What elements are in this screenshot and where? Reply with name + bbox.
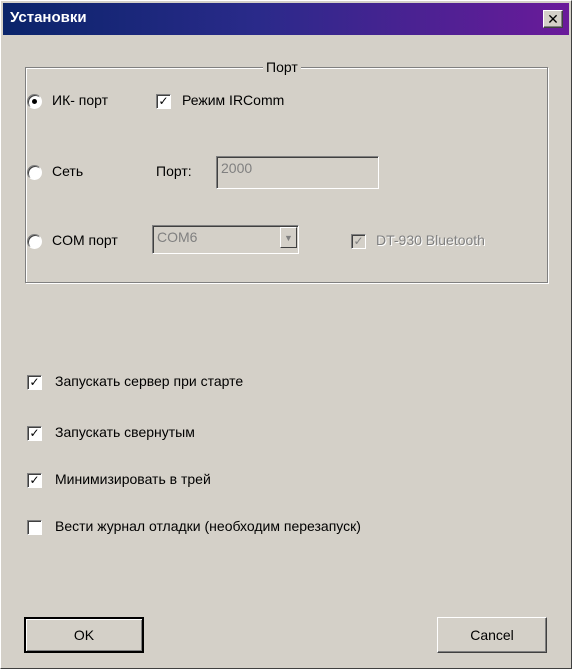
check-icon: ✓	[29, 375, 40, 389]
start-server-label[interactable]: Запускать сервер при старте	[55, 373, 243, 389]
ir-port-radio[interactable]	[27, 94, 42, 109]
network-port-label: Порт:	[156, 163, 192, 179]
window-title: Установки	[10, 9, 87, 26]
ir-port-label[interactable]: ИК- порт	[52, 92, 108, 108]
start-minimized-checkbox[interactable]: ✓	[27, 426, 42, 441]
check-icon: ✓	[353, 234, 364, 248]
port-group-legend: Порт	[263, 59, 301, 75]
bluetooth-label[interactable]: DT-930 Bluetooth	[376, 232, 485, 248]
com-port-value: COM6	[157, 229, 198, 245]
com-port-radio[interactable]	[27, 234, 42, 249]
check-icon: ✓	[29, 426, 40, 440]
network-label[interactable]: Сеть	[52, 163, 83, 179]
com-port-label[interactable]: COM порт	[52, 232, 118, 248]
network-port-value: 2000	[221, 160, 253, 176]
debug-log-checkbox[interactable]	[27, 520, 42, 535]
network-radio[interactable]	[27, 165, 42, 180]
cancel-button-label: Cancel	[470, 627, 514, 643]
debug-log-label[interactable]: Вести журнал отладки (необходим перезапу…	[55, 518, 361, 534]
title-bar[interactable]: Установки ✕	[3, 3, 569, 35]
minimize-to-tray-label[interactable]: Минимизировать в трей	[55, 471, 211, 487]
irda-mode-label[interactable]: Режим IRComm	[182, 92, 284, 108]
dropdown-arrow-button[interactable]: ▼	[280, 227, 297, 248]
close-button[interactable]: ✕	[543, 10, 563, 28]
close-icon: ✕	[547, 11, 559, 27]
com-port-select[interactable]: COM6 ▼	[152, 225, 299, 254]
ok-button[interactable]: OK	[24, 617, 144, 653]
check-icon: ✓	[29, 473, 40, 487]
start-minimized-label[interactable]: Запускать свернутым	[55, 424, 195, 440]
chevron-down-icon: ▼	[284, 232, 293, 243]
start-server-checkbox[interactable]: ✓	[27, 375, 42, 390]
check-icon: ✓	[158, 94, 169, 108]
ok-button-label: OK	[73, 627, 95, 643]
cancel-button[interactable]: Cancel	[437, 617, 547, 653]
minimize-to-tray-checkbox[interactable]: ✓	[27, 473, 42, 488]
bluetooth-checkbox[interactable]: ✓	[351, 234, 366, 249]
network-port-input[interactable]: 2000	[216, 156, 379, 189]
irda-mode-checkbox[interactable]: ✓	[156, 94, 171, 109]
